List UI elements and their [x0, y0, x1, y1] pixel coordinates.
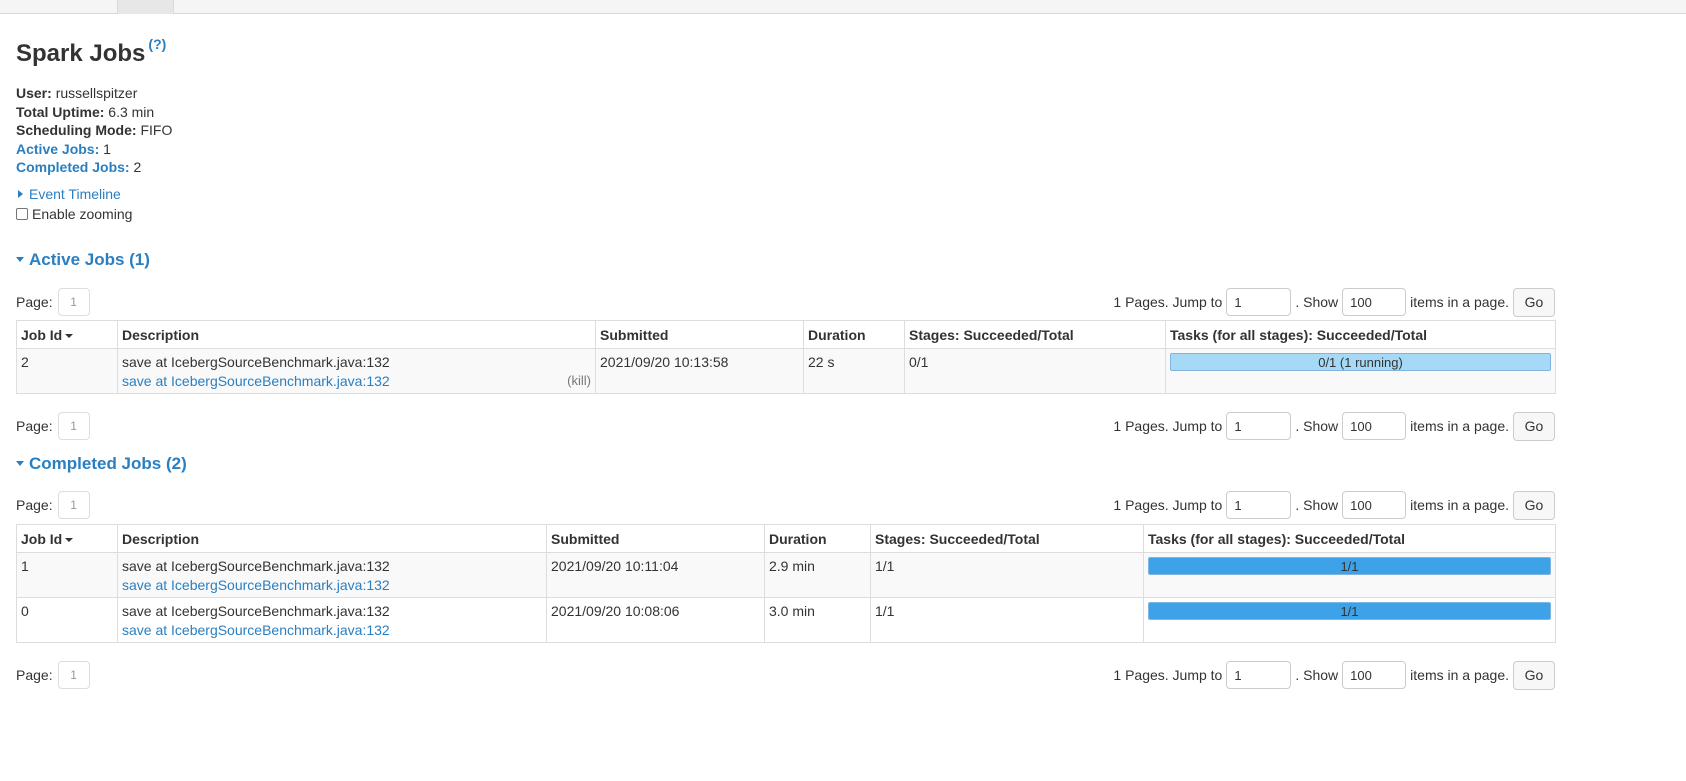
- job-description-link[interactable]: save at IcebergSourceBenchmark.java:132: [122, 373, 390, 389]
- active-pager-bottom: Page: 1 1 Pages. Jump to 1 . Show 100 ite…: [16, 411, 1555, 441]
- completed-jobs-table: Job Id Description Submitted Duration St…: [16, 524, 1556, 643]
- col-duration[interactable]: Duration: [764, 524, 871, 553]
- progress-text: 1/1: [1340, 559, 1359, 574]
- go-button[interactable]: Go: [1513, 287, 1555, 317]
- tasks-cell: 1/1: [1143, 597, 1556, 643]
- tasks-progress-bar: 0/1 (1 running): [1170, 353, 1551, 371]
- completed-pager-top: Page: 1 1 Pages. Jump to 1 . Show 100 ite…: [16, 490, 1555, 520]
- summary-completed-jobs: Completed Jobs: 2: [16, 159, 142, 176]
- page-number-button[interactable]: 1: [57, 412, 90, 440]
- enable-zooming: Enable zooming: [16, 206, 132, 222]
- col-stages[interactable]: Stages: Succeeded/Total: [870, 524, 1144, 553]
- completed-jobs-link[interactable]: Completed Jobs:: [16, 159, 130, 175]
- job-description-link[interactable]: save at IcebergSourceBenchmark.java:132: [122, 577, 390, 593]
- active-pager-top: Page: 1 1 Pages. Jump to 1 . Show 100 ite…: [16, 287, 1555, 317]
- progress-text: 0/1 (1 running): [1318, 355, 1403, 370]
- jump-to-page-input[interactable]: 1: [1226, 491, 1292, 519]
- submitted-cell: 2021/09/20 10:08:06: [546, 597, 765, 643]
- sort-desc-icon: [65, 333, 74, 338]
- active-jobs-link[interactable]: Active Jobs:: [16, 141, 99, 157]
- kill-job-link[interactable]: (kill): [567, 372, 591, 391]
- jump-to-page-input[interactable]: 1: [1226, 412, 1292, 440]
- summary-scheduling-mode: Scheduling Mode: FIFO: [16, 122, 173, 139]
- page-size-input[interactable]: 100: [1342, 288, 1407, 316]
- tasks-progress-bar: 1/1: [1148, 557, 1551, 575]
- enable-zooming-checkbox[interactable]: [16, 208, 28, 220]
- submitted-cell: 2021/09/20 10:11:04: [546, 552, 765, 598]
- col-description[interactable]: Description: [117, 320, 596, 349]
- col-description[interactable]: Description: [117, 524, 547, 553]
- table-row: 2 save at IcebergSourceBenchmark.java:13…: [16, 348, 1556, 394]
- col-stages[interactable]: Stages: Succeeded/Total: [904, 320, 1166, 349]
- stages-cell: 1/1: [870, 552, 1144, 598]
- col-submitted[interactable]: Submitted: [595, 320, 804, 349]
- go-button[interactable]: Go: [1513, 660, 1555, 690]
- submitted-cell: 2021/09/20 10:13:58: [595, 348, 804, 394]
- page-size-input[interactable]: 100: [1342, 491, 1407, 519]
- job-id-cell: 1: [16, 552, 118, 598]
- job-description-link[interactable]: save at IcebergSourceBenchmark.java:132: [122, 622, 390, 638]
- page-title-text: Spark Jobs: [16, 40, 146, 67]
- description-cell: save at IcebergSourceBenchmark.java:132 …: [117, 597, 547, 643]
- sort-desc-icon: [65, 537, 74, 542]
- duration-cell: 22 s: [803, 348, 905, 394]
- jump-to-page-input[interactable]: 1: [1226, 288, 1292, 316]
- page-number-button[interactable]: 1: [57, 661, 90, 689]
- active-jobs-heading[interactable]: Active Jobs (1): [16, 250, 150, 270]
- collapse-arrow-icon: [16, 461, 24, 466]
- job-id-cell: 2: [16, 348, 118, 394]
- active-jobs-table: Job Id Description Submitted Duration St…: [16, 320, 1556, 394]
- table-header-row: Job Id Description Submitted Duration St…: [16, 320, 1556, 349]
- page-size-input[interactable]: 100: [1342, 412, 1407, 440]
- summary-uptime: Total Uptime: 6.3 min: [16, 103, 155, 120]
- job-id-cell: 0: [16, 597, 118, 643]
- col-tasks[interactable]: Tasks (for all stages): Succeeded/Total: [1165, 320, 1556, 349]
- duration-cell: 2.9 min: [764, 552, 871, 598]
- collapse-arrow-icon: [16, 257, 24, 262]
- tasks-cell: 1/1: [1143, 552, 1556, 598]
- table-row: 1 save at IcebergSourceBenchmark.java:13…: [16, 552, 1556, 598]
- table-header-row: Job Id Description Submitted Duration St…: [16, 524, 1556, 553]
- description-cell: save at IcebergSourceBenchmark.java:132 …: [117, 552, 547, 598]
- summary-list: User: russellspitzer Total Uptime: 6.3 m…: [16, 84, 172, 177]
- page-number-button[interactable]: 1: [57, 288, 90, 316]
- description-cell: save at IcebergSourceBenchmark.java:132 …: [117, 348, 596, 394]
- top-navbar: [0, 0, 1686, 14]
- go-button[interactable]: Go: [1513, 411, 1555, 441]
- completed-pager-bottom: Page: 1 1 Pages. Jump to 1 . Show 100 ite…: [16, 660, 1555, 690]
- page-number-button[interactable]: 1: [57, 491, 90, 519]
- help-link[interactable]: (?): [148, 36, 166, 52]
- progress-text: 1/1: [1340, 604, 1359, 619]
- completed-jobs-heading[interactable]: Completed Jobs (2): [16, 454, 187, 474]
- page-title: Spark Jobs (?): [16, 36, 166, 68]
- page-size-input[interactable]: 100: [1342, 661, 1407, 689]
- arrow-right-icon: [18, 190, 23, 198]
- navbar-tab-active[interactable]: [117, 0, 174, 14]
- col-submitted[interactable]: Submitted: [546, 524, 765, 553]
- duration-cell: 3.0 min: [764, 597, 871, 643]
- table-row: 0 save at IcebergSourceBenchmark.java:13…: [16, 597, 1556, 643]
- tasks-progress-bar: 1/1: [1148, 602, 1551, 620]
- summary-user: User: russellspitzer: [16, 85, 138, 101]
- summary-active-jobs: Active Jobs: 1: [16, 140, 111, 157]
- go-button[interactable]: Go: [1513, 490, 1555, 520]
- stages-cell: 0/1: [904, 348, 1166, 394]
- col-duration[interactable]: Duration: [803, 320, 905, 349]
- col-tasks[interactable]: Tasks (for all stages): Succeeded/Total: [1143, 524, 1556, 553]
- event-timeline-link[interactable]: Event Timeline: [29, 186, 121, 202]
- col-job-id[interactable]: Job Id: [16, 524, 118, 553]
- col-job-id[interactable]: Job Id: [16, 320, 118, 349]
- event-timeline-toggle[interactable]: Event Timeline: [16, 186, 121, 202]
- tasks-cell: 0/1 (1 running): [1165, 348, 1556, 394]
- stages-cell: 1/1: [870, 597, 1144, 643]
- enable-zooming-label: Enable zooming: [32, 206, 133, 222]
- jump-to-page-input[interactable]: 1: [1226, 661, 1292, 689]
